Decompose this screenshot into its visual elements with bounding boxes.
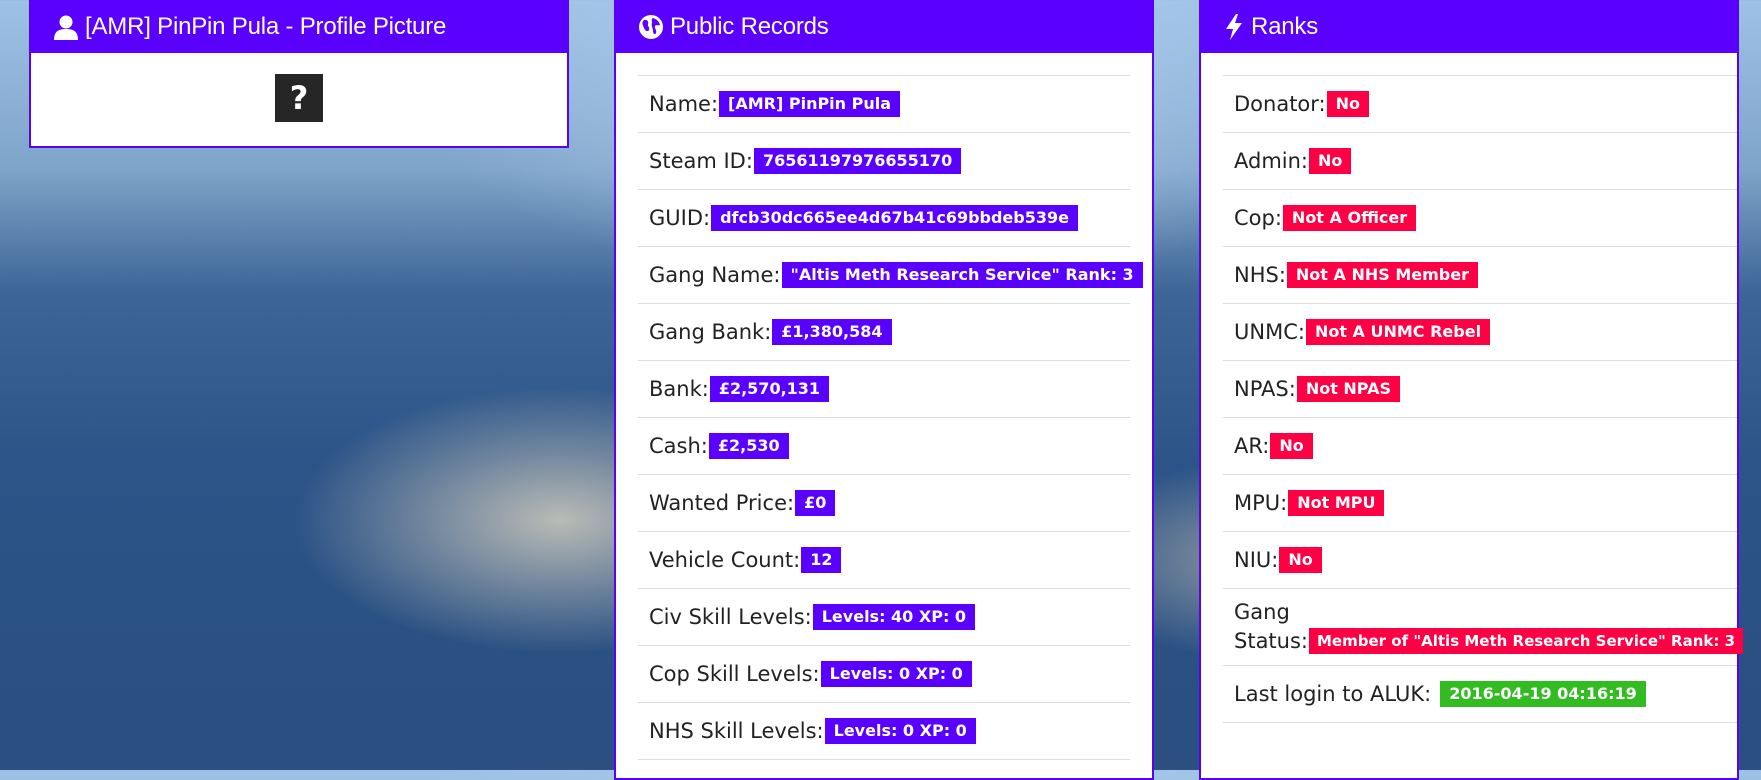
record-value-badge: £1,380,584: [772, 319, 892, 345]
record-value-badge: 12: [801, 547, 842, 573]
rank-row-nhs: NHS: Not A NHS Member: [1223, 246, 1737, 303]
rank-label: Gang Status:: [1234, 598, 1308, 656]
rank-value-badge: Not A UNMC Rebel: [1305, 319, 1491, 345]
record-label: Gang Bank:: [649, 320, 772, 344]
rank-label: Admin:: [1234, 149, 1309, 173]
rank-row-admin: Admin: No: [1223, 132, 1737, 189]
record-label: Name:: [649, 92, 719, 116]
record-row-cash: Cash: £2,530: [638, 417, 1130, 474]
record-row-gang-name: Gang Name: "Altis Meth Research Service" …: [638, 246, 1143, 303]
rank-row-ar: AR: No: [1223, 417, 1737, 474]
record-value-badge: 76561197976655170: [753, 148, 962, 174]
rank-row-last-login: Last login to ALUK: 2016-04-19 04:16:19: [1223, 665, 1737, 723]
rank-value-badge: No: [1326, 91, 1370, 117]
profile-panel-header: [AMR] PinPin Pula - Profile Picture: [31, 0, 567, 53]
ranks-panel-title: Ranks: [1251, 12, 1319, 40]
record-row-civ-skill: Civ Skill Levels: Levels: 40 XP: 0: [638, 588, 1130, 645]
record-value-badge: Levels: 40 XP: 0: [812, 604, 976, 630]
rank-row-niu: NIU: No: [1223, 531, 1737, 588]
records-panel-title: Public Records: [670, 12, 829, 40]
record-row-name: Name: [AMR] PinPin Pula: [638, 75, 1130, 132]
ranks-panel-header: Ranks: [1201, 0, 1737, 53]
globe-icon: [639, 14, 663, 39]
record-label: Bank:: [649, 377, 709, 401]
record-label: Civ Skill Levels:: [649, 605, 812, 629]
rank-row-cop: Cop: Not A Officer: [1223, 189, 1737, 246]
rank-label: MPU:: [1234, 491, 1288, 515]
rank-label-line: Status:: [1234, 629, 1308, 653]
record-row-nhs-skill: NHS Skill Levels: Levels: 0 XP: 0: [638, 702, 1130, 760]
rank-label: NPAS:: [1234, 377, 1296, 401]
record-row-vehicle-count: Vehicle Count: 12: [638, 531, 1130, 588]
rank-label-line: Gang: [1234, 600, 1290, 624]
ranks-panel: Ranks Donator: No Admin: No Cop: Not A Offi…: [1199, 0, 1744, 780]
rank-row-unmc: UNMC: Not A UNMC Rebel: [1223, 303, 1737, 360]
record-row-gang-bank: Gang Bank: £1,380,584: [638, 303, 1130, 360]
rank-row-donator: Donator: No: [1223, 75, 1737, 132]
record-row-steam-id: Steam ID: 76561197976655170: [638, 132, 1130, 189]
records-panel-header: Public Records: [616, 0, 1152, 53]
record-label: Gang Name:: [649, 263, 781, 287]
record-value-badge: Levels: 0 XP: 0: [820, 661, 972, 687]
record-label: Wanted Price:: [649, 491, 795, 515]
record-value-badge: [AMR] PinPin Pula: [719, 91, 901, 117]
record-row-cop-skill: Cop Skill Levels: Levels: 0 XP: 0: [638, 645, 1130, 702]
record-label: Steam ID:: [649, 149, 753, 173]
record-label: Cash:: [649, 434, 708, 458]
profile-picture-panel: [AMR] PinPin Pula - Profile Picture ?: [29, 0, 569, 148]
record-row-wanted-price: Wanted Price: £0: [638, 474, 1130, 531]
record-label: Cop Skill Levels:: [649, 662, 820, 686]
records-list: Name: [AMR] PinPin Pula Steam ID: 76561197…: [616, 53, 1152, 760]
record-value-badge: £0: [795, 490, 836, 516]
profile-picture-placeholder: ?: [275, 74, 323, 122]
rank-value-badge: Not NPAS: [1296, 376, 1400, 402]
record-value-badge: Levels: 0 XP: 0: [824, 718, 976, 744]
rank-value-badge: Member of "Altis Meth Research Service" …: [1309, 628, 1744, 654]
rank-value-badge: Not MPU: [1288, 490, 1385, 516]
rank-value-badge: No: [1270, 433, 1313, 459]
user-icon: [54, 15, 78, 40]
rank-label: AR:: [1234, 434, 1270, 458]
record-row-bank: Bank: £2,570,131: [638, 360, 1130, 417]
rank-label: NIU:: [1234, 548, 1279, 572]
profile-panel-title: [AMR] PinPin Pula - Profile Picture: [85, 12, 447, 40]
rank-label: Last login to ALUK:: [1234, 682, 1432, 706]
record-row-guid: GUID: dfcb30dc665ee4d67b41c69bbdeb539e: [638, 189, 1130, 246]
public-records-panel: Public Records Name: [AMR] PinPin Pula St…: [614, 0, 1154, 780]
rank-label: Donator:: [1234, 92, 1326, 116]
lightning-bolt-icon: [1226, 13, 1242, 40]
record-value-badge: "Altis Meth Research Service" Rank: 3: [781, 262, 1143, 288]
record-value-badge: dfcb30dc665ee4d67b41c69bbdeb539e: [711, 205, 1078, 231]
rank-value-badge: No: [1309, 148, 1352, 174]
rank-value-badge: Not A Officer: [1282, 205, 1417, 231]
rank-row-gang-status: Gang Status: Member of "Altis Meth Resea…: [1223, 588, 1744, 665]
record-value-badge: £2,530: [708, 433, 789, 459]
record-label: GUID:: [649, 206, 711, 230]
rank-row-npas: NPAS: Not NPAS: [1223, 360, 1737, 417]
rank-label: UNMC:: [1234, 320, 1305, 344]
rank-label: NHS:: [1234, 263, 1286, 287]
record-value-badge: £2,570,131: [709, 376, 830, 402]
rank-value-badge: No: [1279, 547, 1322, 573]
question-mark-icon: ?: [289, 79, 309, 117]
ranks-list: Donator: No Admin: No Cop: Not A Officer NH…: [1201, 53, 1744, 723]
rank-value-badge: 2016-04-19 04:16:19: [1440, 681, 1646, 707]
record-label: Vehicle Count:: [649, 548, 801, 572]
rank-row-mpu: MPU: Not MPU: [1223, 474, 1737, 531]
rank-value-badge: Not A NHS Member: [1286, 262, 1478, 288]
rank-label: Cop:: [1234, 206, 1282, 230]
record-label: NHS Skill Levels:: [649, 719, 824, 743]
